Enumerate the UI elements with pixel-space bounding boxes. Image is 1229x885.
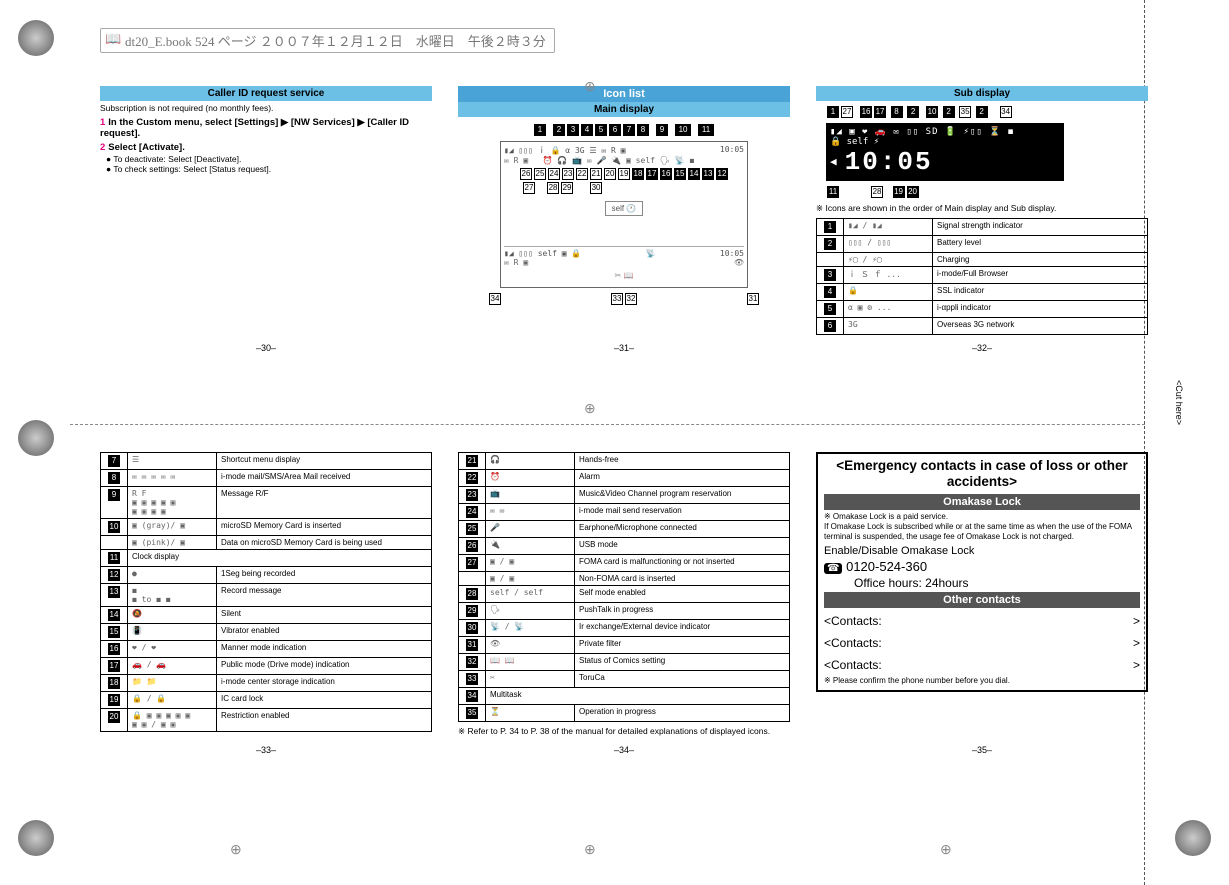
icon-order-note: ※ Icons are shown in the order of Main d… [816,203,1148,214]
callout-row-mid: 262524232221201918171615141312 [504,167,744,181]
subscription-note: Subscription is not required (no monthly… [100,103,432,114]
sub-display-diagram: ▮◢ ▣ ❤ 🚗 ✉ ▯▯ SD 🔋 ⚡▯▯ ⏳ ◼ 🔒 self ⚡ ◀10:… [826,123,1064,181]
sub-callouts-2: 11 28 1920 [816,185,1148,199]
phone-icon: ☎ [824,563,842,574]
table-row: 2▯▯▯ / ▯▯▯Battery level [817,235,1148,252]
bullet: ● To check settings: Select [Status requ… [114,164,432,174]
page-number: –33– [100,745,432,755]
printer-mark: ⊕ [584,841,596,858]
printer-mark: ⊕ [940,841,952,858]
callout-row-low: 27 2829 30 [504,181,744,195]
table-row: 16❤ / ❤Manner mode indication [101,641,432,658]
table-row: 20🔒 ▣ ▣ ▣ ▣ ▣ ▣ ▣ / ▣ ▣Restriction enabl… [101,709,432,732]
step-1: 1In the Custom menu, select [Settings] ▶… [100,117,432,139]
table-row: 1▮◢ / ▮◢Signal strength indicator [817,218,1148,235]
table-row: 29🗣PushTalk in progress [459,603,790,620]
table-row: 28self / selfSelf mode enabled [459,586,790,603]
table-row: 21🎧Hands-free [459,453,790,470]
page-number: –30– [100,343,432,353]
icon-footnote: ※ Refer to P. 34 to P. 38 of the manual … [458,726,790,737]
icon-table-34: 21🎧Hands-free22⏰Alarm23📺Music&Video Chan… [458,452,790,722]
table-row: 63GOverseas 3G network [817,317,1148,334]
table-row: 24✉ ✉i-mode mail send reservation [459,504,790,521]
page-33: 7☰Shortcut menu display8✉ ✉ ✉ ✉ ✉i-mode … [100,452,432,737]
table-row: ⚡▢ / ⚡▢Charging [817,252,1148,266]
contacts-row: <Contacts:> [824,654,1140,676]
table-row: 18📁 📁i-mode center storage indication [101,675,432,692]
emergency-title: <Emergency contacts in case of loss or o… [824,458,1140,490]
table-row: 8✉ ✉ ✉ ✉ ✉i-mode mail/SMS/Area Mail rece… [101,470,432,487]
table-row: 30📡 / 📡Ir exchange/External device indic… [459,620,790,637]
callout-row-top: 1 2345678 9 10 11 [458,123,790,137]
crop-mark [18,820,54,856]
table-row: ▣ (pink)/ ▣Data on microSD Memory Card i… [101,536,432,550]
table-row: 15📳Vibrator enabled [101,624,432,641]
table-row: 13◼ ◼ to ◼ ◼Record message [101,584,432,607]
omakase-heading: Omakase Lock [824,494,1140,510]
printer-mark: ⊕ [230,841,242,858]
table-row: 7☰Shortcut menu display [101,453,432,470]
table-row: 31👁Private filter [459,637,790,654]
printer-mark: ⊕ [584,400,596,417]
table-row: 22⏰Alarm [459,470,790,487]
section-title: Icon list [458,86,790,102]
icon-table-33: 7☰Shortcut menu display8✉ ✉ ✉ ✉ ✉i-mode … [100,452,432,732]
printer-mark: ⊕ [584,78,596,95]
book-header: 📖 dt20_E.book 524 ページ ２００７年１２月１２日 水曜日 午後… [100,28,555,53]
table-row: 23📺Music&Video Channel program reservati… [459,487,790,504]
table-row: 4🔒SSL indicator [817,283,1148,300]
page-number: –35– [816,745,1148,755]
dial-note: ※ Please confirm the phone number before… [824,676,1140,686]
table-row: 26🔌USB mode [459,538,790,555]
icon-table-32: 1▮◢ / ▮◢Signal strength indicator2▯▯▯ / … [816,218,1148,335]
section-title: Sub display [816,86,1148,101]
page-32: Sub display 127 1617 8 2 10 2 35 2 34 ▮◢… [816,86,1148,335]
table-row: 12●1Seg being recorded [101,567,432,584]
page-30: Caller ID request service Subscription i… [100,86,432,335]
page-35: <Emergency contacts in case of loss or o… [816,452,1148,737]
table-row: 11Clock display [101,550,432,567]
page-34: 21🎧Hands-free22⏰Alarm23📺Music&Video Chan… [458,452,790,737]
bullet: ● To deactivate: Select [Deactivate]. [114,154,432,164]
table-row: ▣ / ▣Non-FOMA card is inserted [459,572,790,586]
table-row: 3ｉ Ｓ ｆ ...i-mode/Full Browser [817,266,1148,283]
section-title: Caller ID request service [100,86,432,101]
table-row: 10▣ (gray)/ ▣microSD Memory Card is inse… [101,519,432,536]
omakase-note: ※ Omakase Lock is a paid service. If Oma… [824,512,1140,541]
office-hours: Office hours: 24hours [854,576,1140,590]
table-row: 14🔕Silent [101,607,432,624]
page-number: –32– [816,343,1148,353]
table-row: 35⏳Operation in progress [459,705,790,722]
page-31: Icon list Main display 1 2345678 9 10 11… [458,86,790,335]
page-number: –34– [458,745,790,755]
crop-mark [18,420,54,456]
table-row: 34Multitask [459,688,790,705]
main-display-diagram: ▮◢ ▯▯▯ ｉ 🔒 α 3G ☰ ✉ R ▣10:05 ✉ R ▣ ⏰ 🎧 📺… [500,141,748,288]
table-row: 25🎤Earphone/Microphone connected [459,521,790,538]
subsection-title: Main display [458,102,790,117]
contacts-row: <Contacts:> [824,610,1140,632]
contacts-row: <Contacts:> [824,632,1140,654]
cut-here-label: <Cut here> [1174,380,1184,425]
emergency-box: <Emergency contacts in case of loss or o… [816,452,1148,692]
table-row: 17🚗 / 🚗Public mode (Drive mode) indicati… [101,658,432,675]
table-row: 5α ▣ ⚙ ...i-αppli indicator [817,300,1148,317]
phone-number: ☎ 0120-524-360 [824,559,1140,574]
table-row: 33✂ToruCa [459,671,790,688]
enable-disable: Enable/Disable Omakase Lock [824,545,1140,557]
crop-mark [18,20,54,56]
sub-callouts: 127 1617 8 2 10 2 35 2 34 [816,105,1148,119]
crop-mark [1175,820,1211,856]
callout-row-bottom: 34 3332 31 [458,292,790,306]
table-row: 19🔒 / 🔒IC card lock [101,692,432,709]
table-row: 9R F ▣ ▣ ▣ ▣ ▣ ▣ ▣ ▣ ▣Message R/F [101,487,432,519]
page-number: –31– [458,343,790,353]
fold-line [70,424,1145,425]
table-row: 32📖 📖Status of Comics setting [459,654,790,671]
other-contacts-heading: Other contacts [824,592,1140,608]
step-2: 2Select [Activate]. [100,142,432,153]
table-row: 27▣ / ▣FOMA card is malfunctioning or no… [459,555,790,572]
